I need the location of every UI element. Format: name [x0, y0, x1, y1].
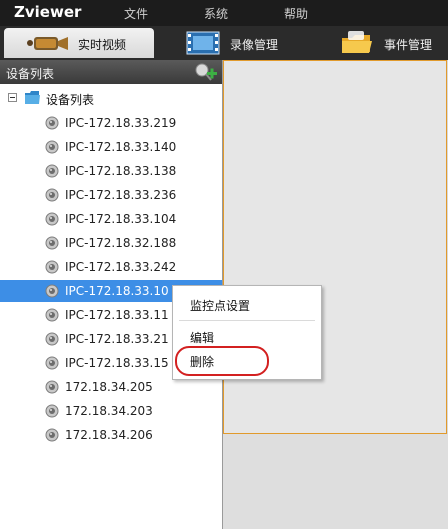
tab-live-video[interactable]: 实时视频	[4, 28, 154, 58]
camera-icon	[45, 284, 59, 298]
device-item[interactable]: IPC-172.18.32.188	[0, 232, 222, 254]
add-device-icon	[195, 63, 217, 81]
camera-icon	[45, 332, 59, 346]
camera-icon	[45, 404, 59, 418]
device-panel-title: 设备列表	[6, 67, 55, 81]
app-title: Zviewer	[14, 3, 82, 21]
menu-bar: Zviewer 文件 系统 帮助	[0, 0, 448, 26]
film-icon	[186, 31, 220, 55]
folder-icon	[25, 91, 40, 104]
device-item-label: IPC-172.18.32.188	[65, 236, 177, 250]
folder-icon	[342, 31, 372, 53]
device-item-label: IPC-172.18.33.140	[65, 140, 177, 154]
camera-icon	[27, 37, 68, 50]
tab-events[interactable]: 事件管理	[340, 28, 448, 58]
device-item[interactable]: IPC-172.18.33.242	[0, 256, 222, 278]
device-item[interactable]: 172.18.34.203	[0, 400, 222, 422]
context-item-monitor-settings[interactable]: 监控点设置	[190, 297, 250, 314]
device-item[interactable]: 172.18.34.206	[0, 424, 222, 446]
device-item-label: IPC-172.18.33.21	[65, 332, 169, 346]
camera-icon	[45, 140, 59, 154]
menu-system[interactable]: 系统	[204, 5, 228, 22]
tab-recording[interactable]: 录像管理	[186, 28, 296, 58]
device-item[interactable]: IPC-172.18.33.138	[0, 160, 222, 182]
add-device-button[interactable]	[192, 61, 218, 83]
camera-icon	[45, 164, 59, 178]
tree-root-label: 设备列表	[46, 93, 95, 107]
device-item-label: IPC-172.18.33.242	[65, 260, 177, 274]
device-item[interactable]: IPC-172.18.33.219	[0, 112, 222, 134]
lower-right-area	[223, 434, 448, 529]
camera-icon	[45, 380, 59, 394]
context-item-edit[interactable]: 编辑	[190, 329, 214, 346]
device-item-label: IPC-172.18.33.10	[65, 284, 169, 298]
tab-live-video-label: 实时视频	[78, 38, 127, 52]
device-item-label: IPC-172.18.33.104	[65, 212, 177, 226]
device-item-label: IPC-172.18.33.138	[65, 164, 177, 178]
camera-icon	[45, 188, 59, 202]
camera-icon	[45, 236, 59, 250]
device-item-label: IPC-172.18.33.236	[65, 188, 177, 202]
camera-icon	[45, 308, 59, 322]
menu-file[interactable]: 文件	[124, 5, 148, 22]
menu-help[interactable]: 帮助	[284, 5, 308, 22]
device-item[interactable]: IPC-172.18.33.104	[0, 208, 222, 230]
device-item-label: IPC-172.18.33.219	[65, 116, 177, 130]
device-panel-header: 设备列表	[0, 60, 222, 84]
delete-highlight-oval	[175, 346, 269, 376]
camera-icon	[45, 356, 59, 370]
device-item-label: IPC-172.18.33.11	[65, 308, 169, 322]
tab-bar: 实时视频 录像管理 事件管理	[0, 26, 448, 60]
device-item-label: 172.18.34.203	[65, 404, 153, 418]
tab-events-label: 事件管理	[384, 38, 433, 52]
device-item-label: 172.18.34.206	[65, 428, 153, 442]
camera-icon	[45, 260, 59, 274]
tab-recording-label: 录像管理	[230, 38, 279, 52]
camera-icon	[45, 116, 59, 130]
device-item-label: IPC-172.18.33.15	[65, 356, 169, 370]
camera-icon	[45, 212, 59, 226]
device-item-label: 172.18.34.205	[65, 380, 153, 394]
device-item[interactable]: IPC-172.18.33.140	[0, 136, 222, 158]
device-item[interactable]: IPC-172.18.33.236	[0, 184, 222, 206]
camera-icon	[45, 428, 59, 442]
collapse-icon[interactable]	[8, 93, 17, 102]
context-separator	[179, 320, 315, 321]
